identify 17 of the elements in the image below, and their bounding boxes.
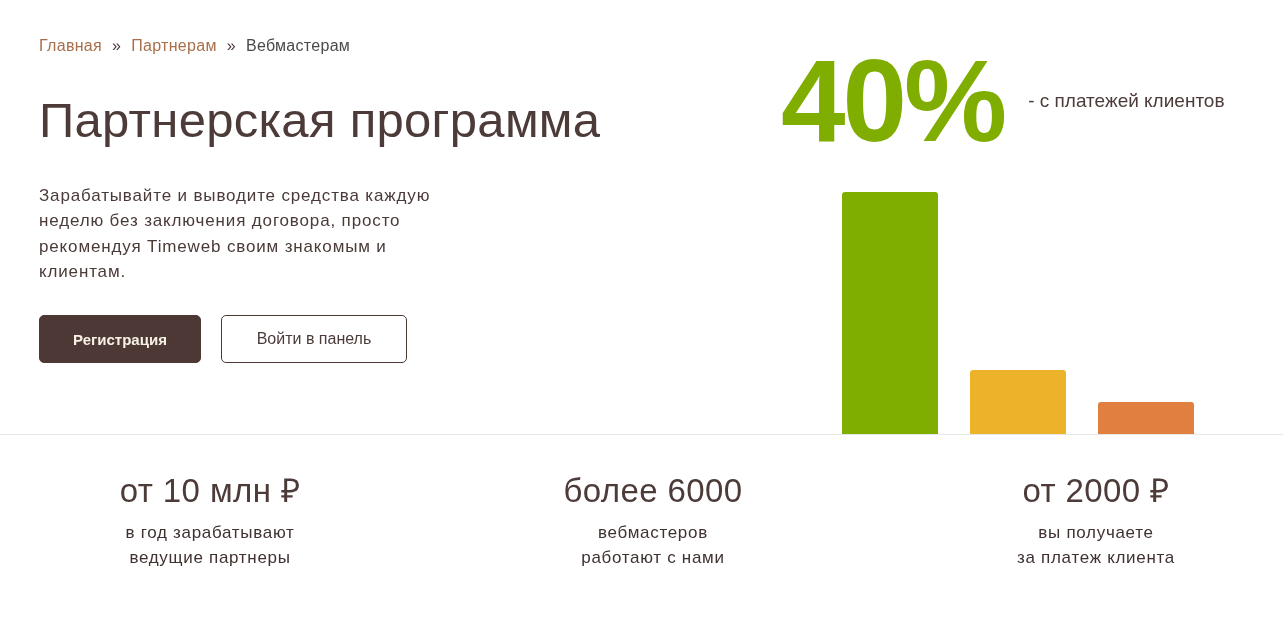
percent-value: 40% xyxy=(781,43,1005,159)
breadcrumb-link[interactable]: Главная xyxy=(39,36,102,56)
stat-value: от 2000 ₽ xyxy=(1022,473,1170,509)
page-title: Партнерская программа xyxy=(39,92,601,148)
percent-caption: - с платежей клиентов xyxy=(1028,90,1225,112)
stat-description: вебмастеров работают с нами xyxy=(581,522,725,569)
stat-description: в год зарабатывают ведущие партнеры xyxy=(125,522,295,569)
breadcrumb-link[interactable]: Партнерам xyxy=(131,36,217,56)
stat-description: вы получаете за платеж клиента xyxy=(1017,522,1175,569)
stat-value: от 10 млн ₽ xyxy=(119,473,301,509)
register-button[interactable]: Регистрация xyxy=(39,315,201,364)
breadcrumb-separator: » xyxy=(112,36,122,56)
login-button[interactable]: Войти в панель xyxy=(221,315,407,364)
stat-value: более 6000 xyxy=(563,473,743,509)
breadcrumb-current: Вебмастерам xyxy=(245,36,351,56)
breadcrumb-separator: » xyxy=(226,36,236,56)
description-text: Зарабатывайте и выводите средства каждую неделю без заключения договора, просто рекомендуя Timeweb своим знакомым и клиентам. xyxy=(39,185,432,283)
